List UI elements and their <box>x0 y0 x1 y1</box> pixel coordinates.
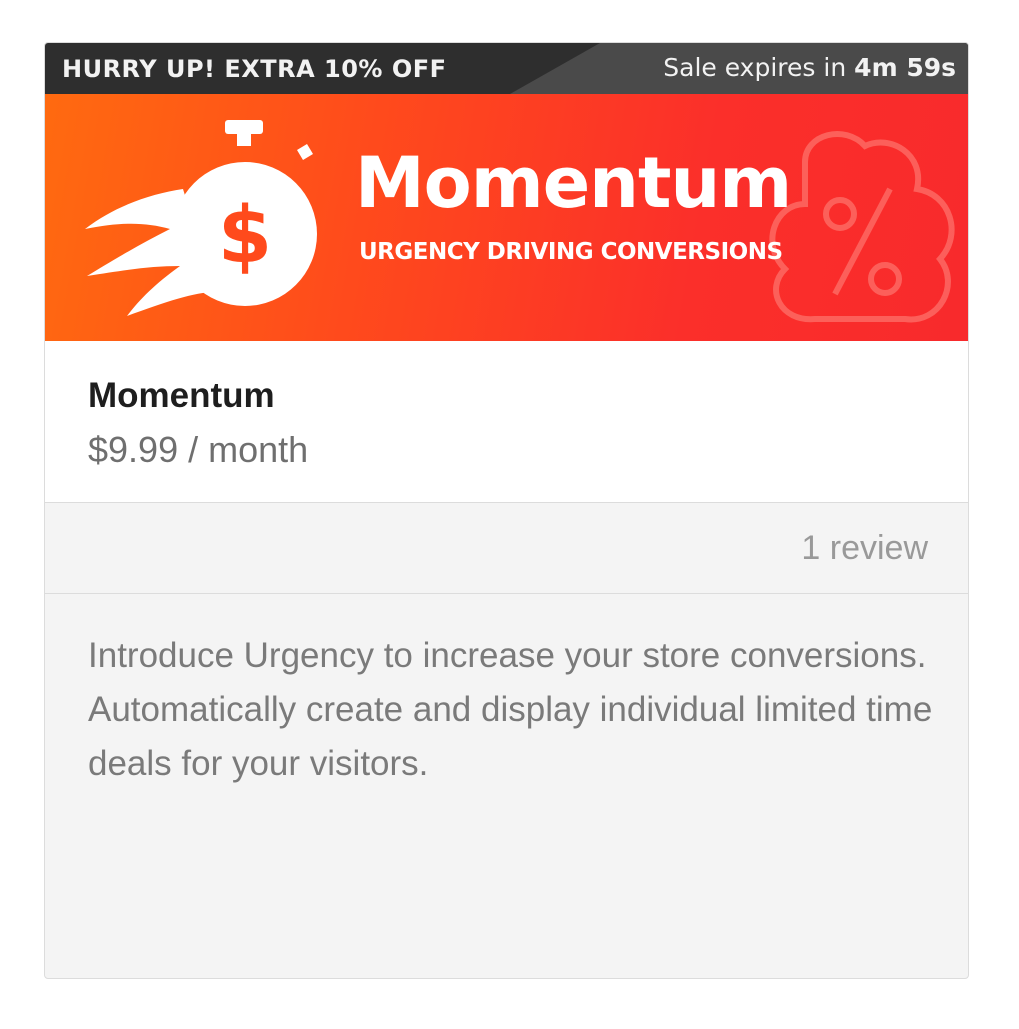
reviews-row: 1 review <box>45 503 968 594</box>
flaming-money-stopwatch-icon <box>85 120 317 316</box>
app-card[interactable]: HURRY UP! EXTRA 10% OFF Sale expires in 4… <box>44 42 969 979</box>
app-title[interactable]: Momentum <box>88 376 275 416</box>
promo-bar: HURRY UP! EXTRA 10% OFF Sale expires in 4… <box>45 43 968 94</box>
app-banner[interactable]: HURRY UP! EXTRA 10% OFF Sale expires in 4… <box>45 43 968 341</box>
sale-timer: Sale expires in 4m 59s <box>663 53 956 82</box>
sale-expires-label: Sale expires in <box>663 53 847 82</box>
dollar-sign-icon: $ <box>218 191 272 281</box>
banner-brand-name: Momentum <box>355 142 792 224</box>
banner-tagline: URGENCY DRIVING CONVERSIONS <box>359 239 783 265</box>
app-description: Introduce Urgency to increase your store… <box>88 636 933 783</box>
sale-countdown: 4m 59s <box>854 53 956 82</box>
hero-banner: $ Momentum URGENCY DRIVING CONVERSIONS <box>45 94 968 341</box>
percent-tag-icon <box>769 131 955 323</box>
app-price: $9.99 / month <box>88 429 309 470</box>
app-info: Momentum $9.99 / month <box>45 341 968 503</box>
promo-headline: HURRY UP! EXTRA 10% OFF <box>62 55 447 83</box>
review-count-link[interactable]: 1 review <box>801 529 928 568</box>
